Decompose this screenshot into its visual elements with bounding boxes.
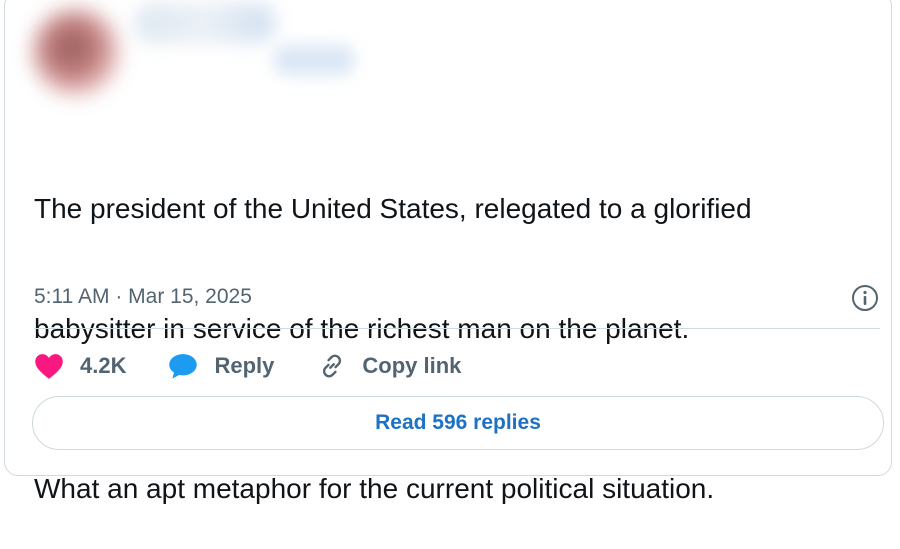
info-icon[interactable] xyxy=(850,283,880,313)
reply-label: Reply xyxy=(214,353,275,378)
heart-icon xyxy=(35,354,63,379)
tweet-meta-row: 5:11 AM · Mar 15, 2025 xyxy=(34,283,880,313)
copy-link-label: Copy link xyxy=(362,353,462,378)
author-name-blurred[interactable] xyxy=(135,3,275,43)
link-icon xyxy=(323,354,342,378)
tweet-text-paragraph-2: What an apt metaphor for the current pol… xyxy=(34,473,715,504)
speech-bubble-icon xyxy=(169,354,198,379)
author-handle-blurred[interactable] xyxy=(273,45,355,75)
avatar[interactable] xyxy=(33,9,119,95)
tweet-timestamp[interactable]: 5:11 AM · Mar 15, 2025 xyxy=(34,285,252,309)
tweet-text-line-1: The president of the United States, rele… xyxy=(34,193,752,224)
tweet-actions: 4.2K Reply Copy link xyxy=(34,346,461,386)
divider xyxy=(34,328,880,329)
copy-link-button[interactable]: Copy link xyxy=(318,346,461,386)
tweet-text: The president of the United States, rele… xyxy=(34,109,884,549)
read-replies-button[interactable]: Read 596 replies xyxy=(32,396,884,450)
tweet-text-line-2: babysitter in service of the richest man… xyxy=(34,313,690,344)
like-count: 4.2K xyxy=(80,353,127,378)
read-replies-label: Read 596 replies xyxy=(375,411,541,434)
like-button[interactable]: 4.2K xyxy=(34,346,126,386)
reply-button[interactable]: Reply xyxy=(168,346,274,386)
